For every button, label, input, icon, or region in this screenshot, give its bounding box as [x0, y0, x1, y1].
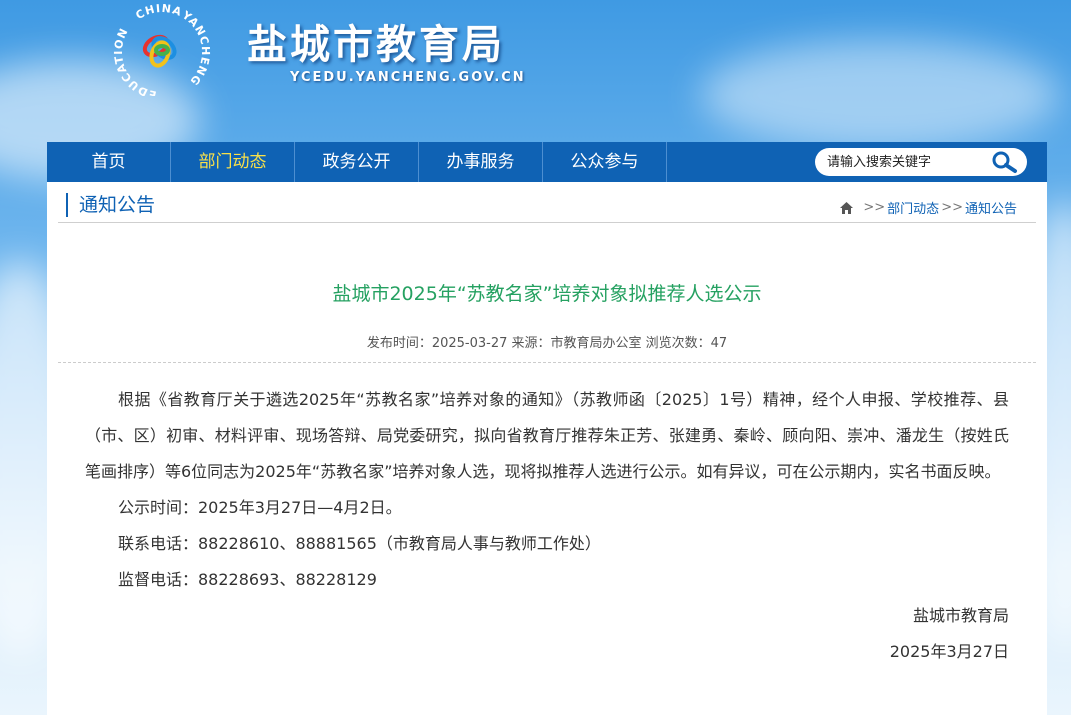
- meta-divider: [58, 362, 1036, 363]
- breadcrumb-link-department-news[interactable]: 部门动态: [887, 198, 939, 217]
- svg-text:CHINA: CHINA: [133, 4, 184, 22]
- nav-item-public-participation[interactable]: 公众参与: [543, 142, 667, 182]
- article-paragraph: 联系电话：88228610、88881565（市教育局人事与教师工作处）: [118, 534, 601, 553]
- breadcrumb-link-notices[interactable]: 通知公告: [965, 198, 1017, 217]
- svg-text:YANCHENG: YANCHENG: [179, 8, 212, 88]
- breadcrumb: >> 部门动态 >> 通知公告: [840, 198, 1017, 217]
- nav-item-home[interactable]: 首页: [47, 142, 171, 182]
- logo-ring-text-right: YANCHENG: [179, 8, 211, 88]
- breadcrumb-separator: >>: [941, 200, 963, 215]
- article-title: 盐城市2025年“苏教名家”培养对象拟推荐人选公示: [332, 283, 762, 305]
- nav-item-department-news[interactable]: 部门动态: [171, 142, 295, 182]
- article-paragraph: 根据《省教育厅关于遴选2025年“苏教名家”培养对象的通知》（苏教师函〔2025…: [85, 390, 1009, 481]
- home-icon[interactable]: [840, 201, 854, 214]
- main-nav: 首页 部门动态 政务公开 办事服务 公众参与: [47, 142, 1047, 182]
- article-meta: 发布时间：2025-03-27 来源：市教育局办公室 浏览次数：47: [366, 336, 728, 351]
- breadcrumb-separator: >>: [863, 200, 886, 215]
- article-paragraph: 监督电话：88228693、88228129: [118, 570, 377, 589]
- section-header: 通知公告 >> 部门动态 >> 通知公告: [58, 182, 1036, 223]
- article-paragraph: 公示时间：2025年3月27日—4月2日。: [118, 498, 402, 517]
- section-title: 通知公告: [66, 193, 155, 217]
- education-bureau-logo[interactable]: EDUCATION CHINA YANCHENG: [112, 4, 212, 96]
- article-signature: 盐城市教育局: [912, 606, 1009, 625]
- logo-emblem-icon: [142, 34, 177, 68]
- site-title: 盐城市教育局: [247, 22, 505, 68]
- main-content: 通知公告 >> 部门动态 >> 通知公告 盐城市2025年“苏教名家”培养对象拟…: [47, 182, 1047, 715]
- search-icon[interactable]: [989, 150, 1019, 174]
- nav-item-services[interactable]: 办事服务: [419, 142, 543, 182]
- search-input[interactable]: [825, 148, 989, 176]
- article-body: 根据《省教育厅关于遴选2025年“苏教名家”培养对象的通知》（苏教师函〔2025…: [85, 382, 1009, 670]
- site-header: EDUCATION CHINA YANCHENG 盐城市教育局 YCEDU.YA…: [0, 0, 1071, 142]
- logo-ring-text-top: CHINA: [133, 4, 183, 22]
- site-url: YCEDU.YANCHENG.GOV.CN: [290, 70, 526, 85]
- nav-item-government-affairs[interactable]: 政务公开: [295, 142, 419, 182]
- search-box: [815, 148, 1027, 176]
- article-date: 2025年3月27日: [889, 642, 1009, 661]
